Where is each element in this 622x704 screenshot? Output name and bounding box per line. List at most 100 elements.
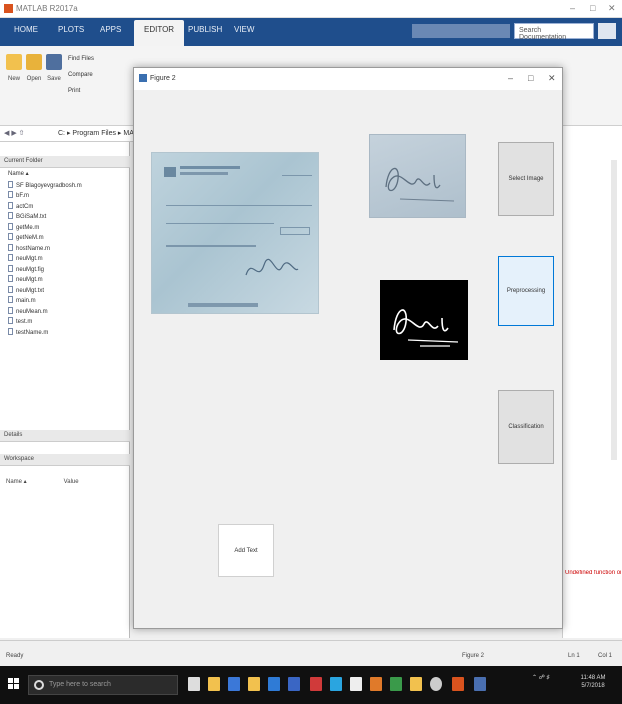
date-line: [282, 175, 312, 176]
status-bar: Ready Figure 2 Ln 1 Col 1: [0, 640, 622, 666]
taskbar-clock[interactable]: 11:48 AM 5/7/2018: [574, 674, 612, 690]
powerpoint-icon[interactable]: [370, 677, 382, 691]
navigation-arrows-icon[interactable]: ◀ ▶ ⇧: [4, 129, 25, 137]
file-icon: [8, 201, 13, 209]
current-folder-panel: Current Folder Name ▴ SF Blagoyevgradbos…: [0, 142, 130, 638]
acrobat-icon[interactable]: [310, 677, 322, 691]
figure-dialog: Figure 2 – □ ✕ Select Image Preprocessin: [133, 67, 563, 629]
list-item[interactable]: bF.m: [8, 191, 82, 202]
media-player-icon[interactable]: [430, 677, 442, 691]
compare-button[interactable]: Compare: [68, 72, 93, 78]
maximize-icon[interactable]: □: [590, 3, 595, 13]
excel-icon[interactable]: [390, 677, 402, 691]
list-item[interactable]: getMe.m: [8, 222, 82, 234]
task-view-icon[interactable]: [188, 677, 200, 691]
taskbar-search-text: Type here to search: [49, 681, 111, 688]
clock-time: 11:48 AM: [580, 675, 606, 681]
save-button[interactable]: Save: [44, 54, 64, 94]
figure-taskbar-icon[interactable]: [474, 677, 486, 691]
find-files-button[interactable]: Find Files: [68, 56, 94, 62]
add-text-button[interactable]: Add Text: [218, 524, 274, 577]
file-icon: [8, 264, 13, 272]
open-folder-icon: [26, 54, 42, 70]
list-item[interactable]: neuMgt.fig: [8, 264, 82, 276]
file-list-header[interactable]: Name ▴: [8, 170, 82, 181]
folder-icon[interactable]: [248, 677, 260, 691]
taskbar-search-box[interactable]: Type here to search: [28, 675, 178, 695]
workspace-columns: Name ▴ Value: [6, 478, 120, 485]
minimize-icon[interactable]: –: [570, 3, 575, 13]
tab-publish[interactable]: PUBLISH: [188, 25, 222, 34]
command-window-error: Undefined function or variable 'xyz': [565, 570, 621, 576]
ribbon-tab-bar: HOME PLOTS APPS EDITOR PUBLISH VIEW Sear…: [0, 18, 622, 46]
classification-button[interactable]: Classification: [498, 390, 554, 464]
file-explorer-icon[interactable]: [208, 677, 220, 691]
new-button[interactable]: New: [4, 54, 24, 94]
list-item[interactable]: hostName.m: [8, 243, 82, 255]
list-item[interactable]: SF Blagoyevgradbosh.m: [8, 180, 82, 192]
file-icon: [8, 306, 13, 314]
bank-address-mark: [180, 172, 228, 175]
tab-view[interactable]: VIEW: [234, 25, 254, 34]
mail-icon[interactable]: [350, 677, 362, 691]
bank-logo-icon: [164, 167, 176, 177]
list-item[interactable]: BGiSaM.txt: [8, 212, 82, 223]
tab-plots[interactable]: PLOTS: [58, 25, 84, 34]
cropped-signature-image: [369, 134, 466, 218]
dialog-titlebar[interactable]: Figure 2 – □ ✕: [134, 68, 562, 90]
windows-taskbar: Type here to search ⌃ ☍ ♯ 11:48 AM 5/7/2…: [0, 666, 622, 704]
tray-icons[interactable]: ⌃ ☍ ♯: [532, 675, 549, 681]
current-folder-header: Current Folder: [0, 156, 130, 168]
cheque-signature-icon: [245, 258, 299, 276]
matlab-titlebar: MATLAB R2017a – □ ✕: [0, 0, 622, 18]
matlab-taskbar-icon[interactable]: [452, 677, 464, 691]
file-icon: [8, 233, 13, 240]
search-icon[interactable]: [598, 23, 616, 39]
chrome-icon[interactable]: [410, 677, 422, 691]
windows-start-icon[interactable]: [8, 678, 20, 690]
dialog-close-icon[interactable]: ✕: [548, 73, 556, 84]
dialog-minimize-icon[interactable]: –: [508, 73, 513, 83]
file-icon: [8, 254, 13, 261]
file-icon: [8, 180, 13, 188]
workspace-header: Workspace: [0, 454, 130, 466]
editor-panel: Undefined function or variable 'xyz': [562, 130, 622, 638]
tab-apps[interactable]: APPS: [100, 25, 121, 34]
store-icon[interactable]: [330, 677, 342, 691]
edge-browser-icon[interactable]: [228, 677, 240, 691]
list-item[interactable]: neuMgt.txt: [8, 285, 82, 297]
tab-editor[interactable]: EDITOR: [134, 20, 185, 46]
list-item[interactable]: test.m: [8, 317, 82, 328]
app-icon[interactable]: [288, 677, 300, 691]
select-image-button[interactable]: Select Image: [498, 142, 554, 216]
list-item[interactable]: neuMean.m: [8, 306, 82, 318]
dialog-maximize-icon[interactable]: □: [528, 73, 533, 83]
new-file-icon: [6, 54, 22, 70]
quick-access-toolbar[interactable]: [412, 24, 510, 38]
amount-words-line: [166, 223, 274, 224]
binarized-signature-image: [380, 280, 468, 360]
workspace-name-column[interactable]: Name ▴: [6, 478, 62, 485]
list-item[interactable]: getNeM.m: [8, 233, 82, 244]
open-button[interactable]: Open: [24, 54, 44, 94]
file-icon: [8, 222, 13, 230]
print-button[interactable]: Print: [68, 88, 80, 94]
word-icon[interactable]: [268, 677, 280, 691]
editor-scrollbar[interactable]: [611, 160, 617, 460]
list-item[interactable]: main.m: [8, 296, 82, 307]
system-tray: ⌃ ☍ ♯ 11:48 AM 5/7/2018: [532, 674, 605, 689]
signature-gray-icon: [385, 168, 455, 202]
status-column: Col 1: [598, 653, 613, 659]
tab-home[interactable]: HOME: [14, 25, 38, 34]
preprocessing-button[interactable]: Preprocessing: [498, 256, 554, 326]
list-item[interactable]: neuMgt.m: [8, 275, 82, 286]
matlab-logo-icon: [4, 4, 13, 13]
details-header[interactable]: Details: [0, 430, 130, 442]
list-item[interactable]: testName.m: [8, 327, 82, 339]
list-item[interactable]: actCm: [8, 201, 82, 213]
workspace-value-column[interactable]: Value: [64, 479, 120, 485]
close-icon[interactable]: ✕: [608, 3, 616, 14]
list-item[interactable]: neuMgt.m: [8, 254, 82, 265]
file-icon: [8, 285, 13, 293]
search-documentation-input[interactable]: Search Documentation: [514, 23, 594, 41]
